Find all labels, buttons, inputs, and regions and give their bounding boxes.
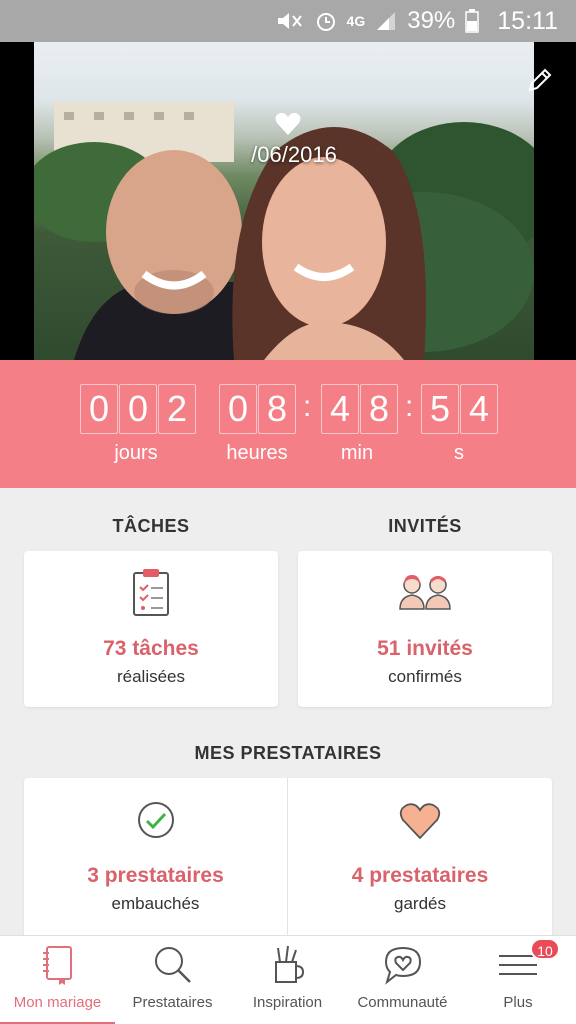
saved-vendors-panel[interactable]: 4 prestataires gardés: [288, 778, 552, 935]
check-circle-icon: [137, 802, 174, 838]
vendors-card: 3 prestataires embauchés 4 prestataires …: [24, 778, 552, 935]
vendors-title: MES PRESTATAIRES: [194, 743, 382, 763]
tasks-title: TÂCHES: [112, 516, 190, 536]
wedding-countdown: 0 0 2 0 8 : 4 8 : 5 4 jours heures min s: [0, 360, 576, 488]
notebook-icon: [42, 946, 72, 985]
guests-title: INVITÉS: [388, 516, 462, 536]
tasks-count: 73 tâches: [103, 637, 199, 660]
couple-photo-header[interactable]: /06/2016: [0, 42, 576, 360]
status-bar: 4G 39% 15:11: [0, 0, 576, 42]
clipboard-checklist-icon: [133, 569, 169, 616]
heart-icon: [275, 112, 301, 135]
days-label: jours: [114, 442, 158, 464]
seconds-label: s: [454, 442, 464, 464]
nav-label: Prestataires: [132, 994, 213, 1011]
chat-heart-icon: [384, 946, 421, 985]
search-icon: [154, 947, 191, 983]
days-digit: 0: [119, 384, 157, 434]
hired-vendors-panel[interactable]: 3 prestataires embauchés: [24, 778, 287, 935]
guests-couple-icon: [399, 575, 451, 610]
signal-icon: [377, 12, 396, 30]
hours-digit: 0: [219, 384, 257, 434]
seconds-digit: 4: [460, 384, 498, 434]
hired-vendors-status: embauchés: [111, 894, 200, 913]
saved-vendors-count: 4 prestataires: [351, 864, 489, 887]
nav-label: Plus: [503, 994, 533, 1011]
battery-icon: [465, 9, 480, 33]
edit-pencil-icon[interactable]: [526, 66, 554, 94]
nav-label: Mon mariage: [13, 994, 102, 1011]
guests-status: confirmés: [388, 667, 462, 686]
nav-label: Communauté: [357, 994, 448, 1011]
countdown-separator: :: [303, 390, 312, 423]
tasks-card[interactable]: 73 tâches réalisées: [24, 551, 278, 707]
hired-vendors-count: 3 prestataires: [87, 864, 224, 887]
nav-item-mon-mariage[interactable]: Mon mariage: [0, 936, 115, 1024]
clock: 15:11: [497, 6, 558, 35]
minutes-digit: 4: [321, 384, 359, 434]
heart-icon: [399, 803, 441, 840]
guests-count: 51 invités: [377, 637, 473, 660]
battery-level: 39%: [407, 7, 456, 34]
guests-card[interactable]: 51 invités confirmés: [298, 551, 552, 707]
alarm-icon: [316, 13, 335, 31]
days-digit: 0: [80, 384, 118, 434]
wedding-date: /06/2016: [251, 142, 337, 167]
nav-item-inspiration[interactable]: Inspiration: [230, 936, 345, 1024]
nav-item-prestataires[interactable]: Prestataires: [115, 936, 230, 1024]
days-digit: 2: [158, 384, 196, 434]
nav-label: Inspiration: [252, 994, 323, 1011]
bottom-navigation: Mon mariage Prestataires Inspiration Com…: [0, 935, 576, 1024]
hours-digit: 8: [258, 384, 296, 434]
saved-vendors-status: gardés: [394, 894, 446, 913]
pen-cup-icon: [274, 945, 304, 983]
countdown-separator: :: [405, 390, 414, 423]
network-type: 4G: [346, 13, 366, 29]
notification-badge: 10: [530, 938, 560, 960]
couple-photo: [34, 42, 534, 360]
nav-item-communaute[interactable]: Communauté: [345, 936, 460, 1024]
tasks-status: réalisées: [116, 667, 186, 686]
seconds-digit: 5: [421, 384, 459, 434]
mute-icon: [277, 13, 302, 29]
minutes-digit: 8: [360, 384, 398, 434]
